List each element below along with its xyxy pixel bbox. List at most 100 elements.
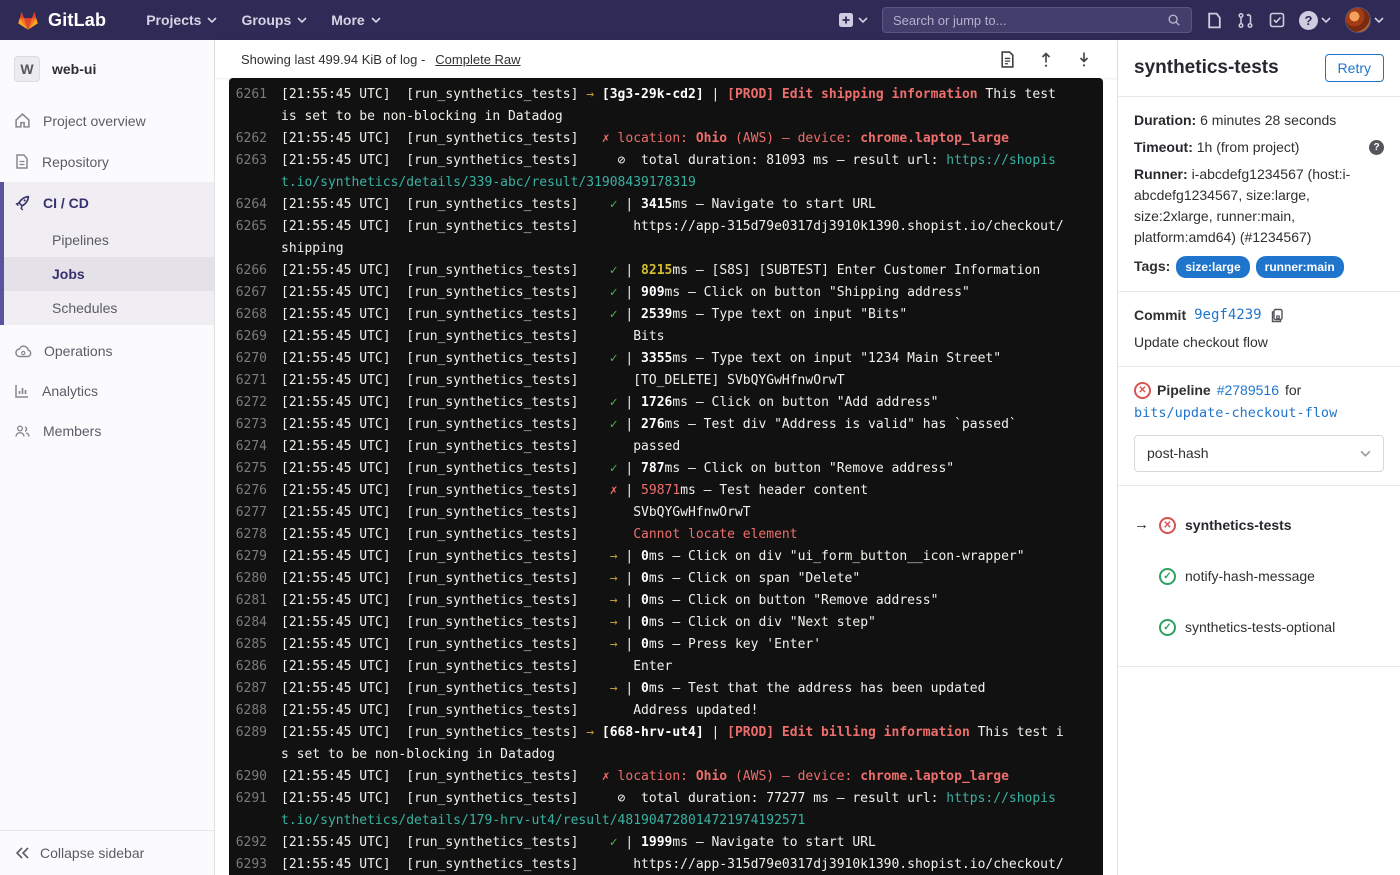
scroll-to-bottom-button[interactable]	[1077, 51, 1091, 68]
sidebar-item-project-overview[interactable]: Project overview	[0, 100, 214, 141]
log-line: 6270[21:55:45 UTC] [run_synthetics_tests…	[229, 348, 1103, 370]
log-line-number[interactable]: 6262	[229, 128, 281, 150]
issues-button[interactable]	[1206, 12, 1223, 29]
log-line-number[interactable]: 6269	[229, 326, 281, 348]
log-line-number[interactable]: 6290	[229, 766, 281, 788]
status-failed-icon: ✕	[1159, 517, 1176, 534]
log-line-number[interactable]: 6280	[229, 568, 281, 590]
chevron-down-icon	[371, 17, 381, 23]
log-line-content: [21:55:45 UTC] [run_synthetics_tests] ✓ …	[281, 260, 1103, 282]
retry-button[interactable]: Retry	[1325, 54, 1384, 82]
log-line-number[interactable]: 6285	[229, 634, 281, 656]
sidebar-item-members[interactable]: Members	[0, 411, 214, 451]
log-line-number[interactable]: 6292	[229, 832, 281, 854]
scroll-to-top-button[interactable]	[1039, 51, 1053, 68]
log-line-number[interactable]: 6273	[229, 414, 281, 436]
log-line-number[interactable]: 6263	[229, 150, 281, 194]
sidebar-item-cicd[interactable]: CI / CD	[4, 182, 214, 223]
stage-dropdown[interactable]: post-hash	[1134, 435, 1384, 472]
todos-button[interactable]	[1269, 12, 1285, 28]
log-line-content: [21:55:45 UTC] [run_synthetics_tests] En…	[281, 656, 1103, 678]
sidebar-item-schedules[interactable]: Schedules	[4, 291, 214, 325]
help-menu[interactable]: ?	[1299, 11, 1331, 30]
log-line-content: [21:55:45 UTC] [run_synthetics_tests] → …	[281, 546, 1103, 568]
raw-log-button[interactable]	[1000, 51, 1015, 68]
log-line-number[interactable]: 6289	[229, 722, 281, 766]
log-line-number[interactable]: 6267	[229, 282, 281, 304]
log-line-number[interactable]: 6288	[229, 700, 281, 722]
home-icon	[14, 112, 31, 129]
pipeline-failed-icon: ✕	[1134, 382, 1151, 399]
log-line-number[interactable]: 6286	[229, 656, 281, 678]
log-line-number[interactable]: 6261	[229, 84, 281, 128]
gitlab-logo[interactable]: GitLab	[16, 8, 106, 32]
project-header[interactable]: W web-ui	[0, 40, 214, 100]
pipeline-job-item[interactable]: ✓ notify-hash-message	[1134, 551, 1384, 602]
log-line: 6285[21:55:45 UTC] [run_synthetics_tests…	[229, 634, 1103, 656]
commit-message: Update checkout flow	[1134, 332, 1384, 353]
log-line-number[interactable]: 6275	[229, 458, 281, 480]
log-line: 6286[21:55:45 UTC] [run_synthetics_tests…	[229, 656, 1103, 678]
timeout-help-icon[interactable]: ?	[1369, 140, 1384, 155]
log-line-number[interactable]: 6272	[229, 392, 281, 414]
menu-groups[interactable]: Groups	[229, 0, 319, 40]
log-line-number[interactable]: 6284	[229, 612, 281, 634]
pipeline-ref-link[interactable]: bits/update-checkout-flow	[1134, 403, 1384, 423]
user-menu[interactable]	[1345, 7, 1384, 33]
sidebar-item-operations[interactable]: Operations	[0, 331, 214, 371]
commit-sha-link[interactable]: 9egf4239	[1194, 305, 1261, 326]
sidebar-item-jobs[interactable]: Jobs	[4, 257, 214, 291]
log-line-number[interactable]: 6264	[229, 194, 281, 216]
log-line-content: [21:55:45 UTC] [run_synthetics_tests] ✓ …	[281, 194, 1103, 216]
log-line: 6288[21:55:45 UTC] [run_synthetics_tests…	[229, 700, 1103, 722]
log-line-number[interactable]: 6271	[229, 370, 281, 392]
log-line-number[interactable]: 6279	[229, 546, 281, 568]
log-line: 6287[21:55:45 UTC] [run_synthetics_tests…	[229, 678, 1103, 700]
pipeline-job-item[interactable]: ✓ synthetics-tests-optional	[1134, 602, 1384, 653]
project-avatar: W	[14, 56, 40, 82]
log-line-number[interactable]: 6293	[229, 854, 281, 875]
copy-commit-icon[interactable]	[1270, 308, 1284, 323]
log-line-number[interactable]: 6291	[229, 788, 281, 832]
log-line-content: [21:55:45 UTC] [run_synthetics_tests] Ca…	[281, 524, 1103, 546]
log-line-number[interactable]: 6277	[229, 502, 281, 524]
log-line-content: [21:55:45 UTC] [run_synthetics_tests] ✓ …	[281, 392, 1103, 414]
log-line-number[interactable]: 6287	[229, 678, 281, 700]
sidebar-item-pipelines[interactable]: Pipelines	[4, 223, 214, 257]
sidebar-item-repository[interactable]: Repository	[0, 141, 214, 182]
status-passed-icon: ✓	[1159, 568, 1176, 585]
complete-raw-link[interactable]: Complete Raw	[435, 52, 520, 67]
search-input[interactable]	[893, 13, 1167, 28]
menu-more[interactable]: More	[319, 0, 392, 40]
log-line-content: [21:55:45 UTC] [run_synthetics_tests] ✓ …	[281, 304, 1103, 326]
log-line-number[interactable]: 6266	[229, 260, 281, 282]
log-line: 6273[21:55:45 UTC] [run_synthetics_tests…	[229, 414, 1103, 436]
log-line-number[interactable]: 6278	[229, 524, 281, 546]
tag-badge: runner:main	[1256, 256, 1344, 278]
log-line-number[interactable]: 6268	[229, 304, 281, 326]
collapse-sidebar-button[interactable]: Collapse sidebar	[0, 830, 214, 875]
merge-requests-button[interactable]	[1237, 12, 1255, 29]
log-line: 6277[21:55:45 UTC] [run_synthetics_tests…	[229, 502, 1103, 524]
pipeline-id-link[interactable]: #2789516	[1217, 380, 1279, 401]
log-line: 6276[21:55:45 UTC] [run_synthetics_tests…	[229, 480, 1103, 502]
menu-projects[interactable]: Projects	[134, 0, 229, 40]
chevron-down-icon	[207, 17, 217, 23]
project-name: web-ui	[52, 61, 96, 77]
pipeline-job-item[interactable]: → ✕ synthetics-tests	[1134, 499, 1384, 552]
log-line-content: [21:55:45 UTC] [run_synthetics_tests] → …	[281, 590, 1103, 612]
log-line-number[interactable]: 6265	[229, 216, 281, 260]
log-line-number[interactable]: 6276	[229, 480, 281, 502]
new-item-dropdown[interactable]	[838, 12, 868, 28]
log-lines: 6261 [21:55:45 UTC] [run_synthetics_tests…	[229, 84, 1103, 875]
plus-square-icon	[838, 12, 854, 28]
sidebar-item-analytics[interactable]: Analytics	[0, 371, 214, 411]
log-line: 6269[21:55:45 UTC] [run_synthetics_tests…	[229, 326, 1103, 348]
log-line-number[interactable]: 6274	[229, 436, 281, 458]
log-size-text: Showing last 499.94 KiB of log -	[241, 52, 425, 67]
log-line-content: [21:55:45 UTC] [run_synthetics_tests] pa…	[281, 436, 1103, 458]
log-line-content: [21:55:45 UTC] [run_synthetics_tests] ✓ …	[281, 458, 1103, 480]
log-line-number[interactable]: 6281	[229, 590, 281, 612]
pipeline-row: ✕ Pipeline #2789516 for	[1134, 380, 1384, 401]
log-line-number[interactable]: 6270	[229, 348, 281, 370]
